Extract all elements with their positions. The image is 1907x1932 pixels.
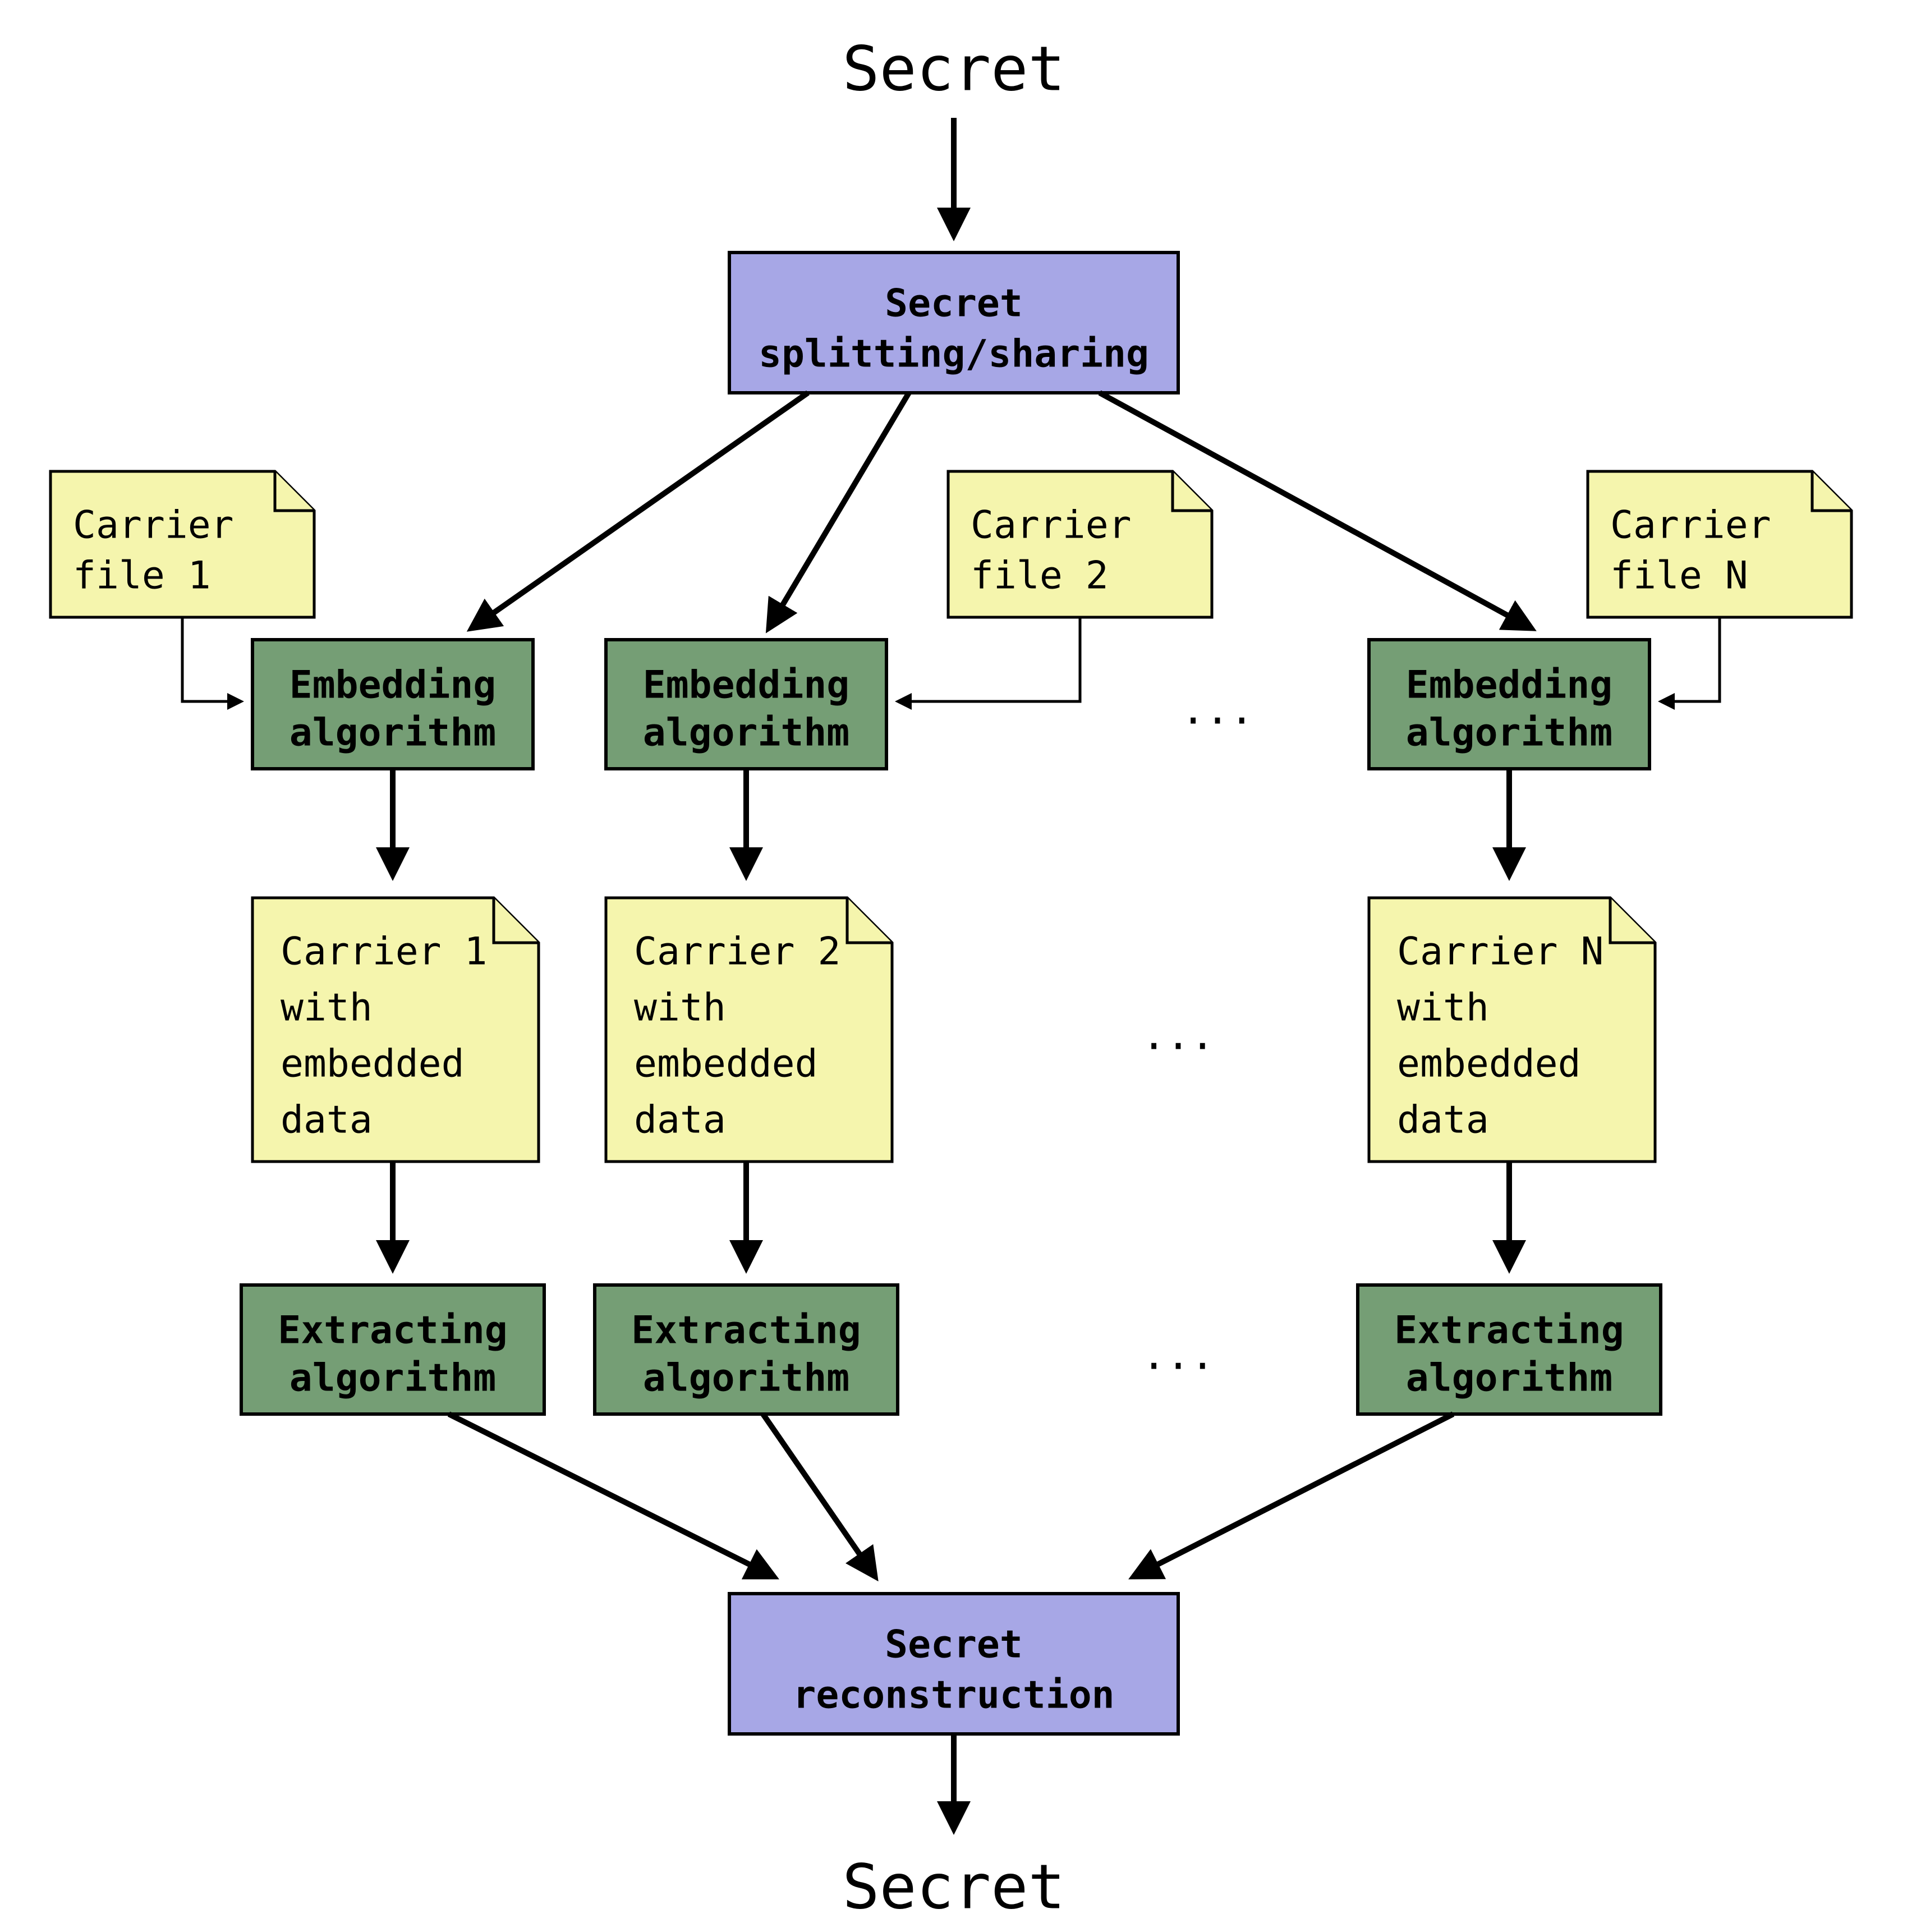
carrier-file-N-l2: file N — [1610, 554, 1748, 598]
secret-recon-line2: reconstruction — [793, 1673, 1114, 1718]
embedding-box-2: Embedding algorithm — [606, 640, 886, 769]
embedding-2-l2: algorithm — [643, 711, 849, 755]
carrier-1-out-l1: Carrier 1 — [281, 930, 487, 974]
extracting-2-l1: Extracting — [631, 1309, 861, 1353]
arrow-split-to-embed1 — [471, 393, 808, 628]
extracting-N-l1: Extracting — [1394, 1309, 1624, 1353]
extracting-N-l2: algorithm — [1406, 1356, 1612, 1401]
carrier-file-N-note: Carrier file N — [1588, 471, 1851, 617]
secret-splitting-box: Secret splitting/sharing — [729, 253, 1178, 393]
extracting-1-l1: Extracting — [278, 1309, 507, 1353]
dots-row-extract: ... — [1142, 1332, 1215, 1379]
embedding-box-N: Embedding algorithm — [1369, 640, 1649, 769]
carrier-file-2-note: Carrier file 2 — [948, 471, 1212, 617]
carrier-file-1-l2: file 1 — [73, 554, 211, 598]
arrow-extract1-to-recon — [449, 1414, 774, 1577]
embedding-N-l1: Embedding — [1406, 663, 1612, 708]
arrow-carrier1-to-embed1 — [182, 617, 241, 701]
extracting-box-2: Extracting algorithm — [595, 1285, 898, 1414]
secret-bottom-label: Secret — [842, 1851, 1065, 1922]
secret-splitting-line1: Secret — [885, 282, 1023, 326]
embedding-1-l1: Embedding — [290, 663, 496, 708]
secret-top-label: Secret — [842, 33, 1065, 104]
dots-row-carrier: ... — [1142, 1012, 1215, 1059]
secret-reconstruction-box: Secret reconstruction — [729, 1594, 1178, 1734]
arrow-carrier2-to-embed2 — [898, 617, 1080, 701]
carrier-file-1-l1: Carrier — [73, 503, 234, 548]
carrier-1-out-l2: with — [281, 986, 373, 1030]
carrier-file-2-l2: file 2 — [971, 554, 1109, 598]
embedding-box-1: Embedding algorithm — [252, 640, 533, 769]
carrier-2-out-l4: data — [634, 1098, 726, 1142]
embedding-2-l1: Embedding — [643, 663, 849, 708]
extracting-1-l2: algorithm — [290, 1356, 496, 1401]
carrier-N-out-l4: data — [1397, 1098, 1489, 1142]
carrier-N-out-l1: Carrier N — [1397, 930, 1603, 974]
carrier-2-out-l2: with — [634, 986, 726, 1030]
extracting-box-1: Extracting algorithm — [241, 1285, 544, 1414]
arrow-extract2-to-recon — [763, 1414, 875, 1577]
carrier-2-out-l3: embedded — [634, 1042, 818, 1086]
carrier-1-out-l4: data — [281, 1098, 373, 1142]
extracting-box-N: Extracting algorithm — [1358, 1285, 1661, 1414]
carrier-N-out-l3: embedded — [1397, 1042, 1581, 1086]
arrow-carrierN-to-embedN — [1661, 617, 1720, 701]
carrier-N-out-note: Carrier N with embedded data — [1369, 898, 1655, 1162]
arrow-split-to-embed2 — [769, 393, 909, 628]
carrier-1-out-l3: embedded — [281, 1042, 465, 1086]
carrier-file-1-note: Carrier file 1 — [50, 471, 314, 617]
secret-recon-line1: Secret — [885, 1623, 1023, 1667]
secret-splitting-line2: splitting/sharing — [759, 332, 1149, 377]
carrier-1-out-note: Carrier 1 with embedded data — [252, 898, 539, 1162]
carrier-file-2-l1: Carrier — [971, 503, 1132, 548]
embedding-1-l2: algorithm — [290, 711, 496, 755]
carrier-N-out-l2: with — [1397, 986, 1489, 1030]
dots-row-embed: ... — [1181, 686, 1254, 733]
arrow-extractN-to-recon — [1133, 1414, 1453, 1577]
carrier-file-N-l1: Carrier — [1610, 503, 1771, 548]
carrier-2-out-note: Carrier 2 with embedded data — [606, 898, 892, 1162]
carrier-2-out-l1: Carrier 2 — [634, 930, 840, 974]
extracting-2-l2: algorithm — [643, 1356, 849, 1401]
embedding-N-l2: algorithm — [1406, 711, 1612, 755]
